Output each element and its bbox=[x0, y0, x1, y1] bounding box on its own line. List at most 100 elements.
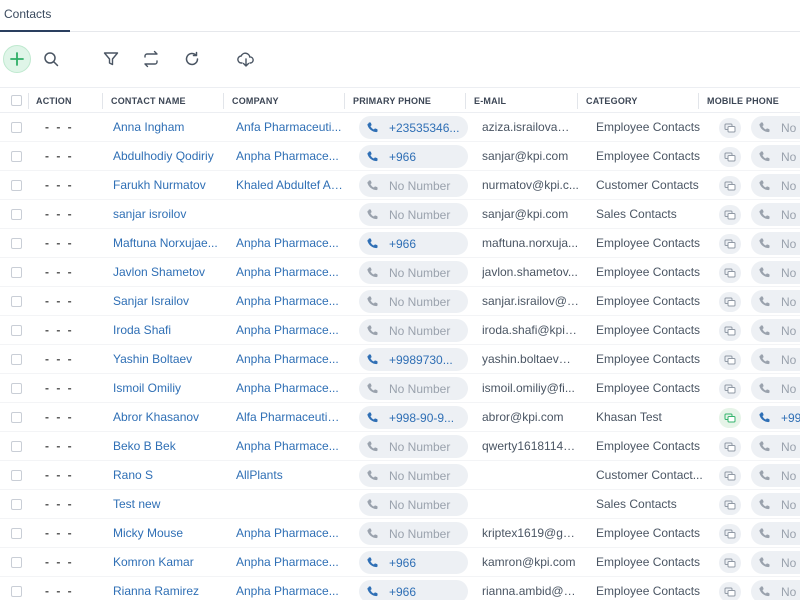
mobile-phone-pill[interactable]: No bbox=[751, 232, 800, 255]
email-value[interactable]: rianna.ambid@g... bbox=[482, 577, 580, 600]
mobile-phone-pill[interactable]: No bbox=[751, 203, 800, 226]
primary-phone-pill[interactable]: +966 bbox=[359, 551, 468, 574]
mobile-phone-pill[interactable]: No bbox=[751, 522, 800, 545]
company-link[interactable]: Anpha Pharmace... bbox=[236, 258, 343, 287]
send-sms-button[interactable] bbox=[719, 321, 741, 341]
row-checkbox[interactable] bbox=[11, 180, 22, 191]
contact-name-link[interactable]: Ismoil Omiliy bbox=[113, 374, 220, 403]
contact-name-link[interactable]: Anna Ingham bbox=[113, 113, 220, 142]
email-value[interactable]: sanjar@kpi.com bbox=[482, 142, 580, 171]
primary-phone-pill[interactable]: No Number bbox=[359, 174, 468, 197]
email-value[interactable]: nurmatov@kpi.c... bbox=[482, 171, 580, 200]
column-header-email[interactable]: E-MAIL bbox=[474, 88, 506, 114]
company-link[interactable]: Anpha Pharmace... bbox=[236, 432, 343, 461]
send-sms-button[interactable] bbox=[719, 582, 741, 600]
table-row[interactable]: - - - Abror Khasanov Alfa Pharmaceutic... +… bbox=[0, 403, 800, 432]
mobile-phone-pill[interactable]: No bbox=[751, 319, 800, 342]
primary-phone-pill[interactable]: +966 bbox=[359, 580, 468, 600]
row-action-menu[interactable]: - - - bbox=[45, 461, 85, 490]
primary-phone-pill[interactable]: No Number bbox=[359, 319, 468, 342]
row-action-menu[interactable]: - - - bbox=[45, 171, 85, 200]
email-value[interactable]: maftuna.norxuja... bbox=[482, 229, 580, 258]
table-row[interactable]: - - - Rano S AllPlants No Number Customer Co… bbox=[0, 461, 800, 490]
send-sms-button[interactable] bbox=[719, 176, 741, 196]
send-sms-button[interactable] bbox=[719, 466, 741, 486]
table-row[interactable]: - - - sanjar isroilov No Number sanjar@kpi.… bbox=[0, 200, 800, 229]
row-checkbox[interactable] bbox=[11, 238, 22, 249]
send-sms-button[interactable] bbox=[719, 495, 741, 515]
mobile-phone-pill[interactable]: No bbox=[751, 464, 800, 487]
email-value[interactable] bbox=[482, 490, 580, 519]
primary-phone-pill[interactable]: No Number bbox=[359, 493, 468, 516]
company-link[interactable]: Khaled Abdultef Al... bbox=[236, 171, 343, 200]
company-link[interactable]: Anpha Pharmace... bbox=[236, 142, 343, 171]
primary-phone-pill[interactable]: No Number bbox=[359, 435, 468, 458]
table-row[interactable]: - - - Maftuna Norxujae... Anpha Pharmace..… bbox=[0, 229, 800, 258]
email-value[interactable]: yashin.boltaev@... bbox=[482, 345, 580, 374]
contact-name-link[interactable]: Abror Khasanov bbox=[113, 403, 220, 432]
search-button[interactable] bbox=[37, 45, 65, 73]
email-value[interactable]: qwerty1618114@... bbox=[482, 432, 580, 461]
table-row[interactable]: - - - Farukh Nurmatov Khaled Abdultef Al..… bbox=[0, 171, 800, 200]
company-link[interactable]: Anpha Pharmace... bbox=[236, 229, 343, 258]
row-checkbox[interactable] bbox=[11, 586, 22, 597]
row-action-menu[interactable]: - - - bbox=[45, 316, 85, 345]
table-row[interactable]: - - - Abdulhodiy Qodiriy Anpha Pharmace...… bbox=[0, 142, 800, 171]
row-action-menu[interactable]: - - - bbox=[45, 200, 85, 229]
mobile-phone-pill[interactable]: No bbox=[751, 145, 800, 168]
row-checkbox[interactable] bbox=[11, 296, 22, 307]
mobile-phone-pill[interactable]: No bbox=[751, 174, 800, 197]
contact-name-link[interactable]: Yashin Boltaev bbox=[113, 345, 220, 374]
company-link[interactable] bbox=[236, 490, 343, 519]
company-link[interactable]: AllPlants bbox=[236, 461, 343, 490]
table-row[interactable]: - - - Rianna Ramirez Anpha Pharmace... +966… bbox=[0, 577, 800, 600]
contact-name-link[interactable]: Rano S bbox=[113, 461, 220, 490]
mobile-phone-pill[interactable]: +99 bbox=[751, 406, 800, 429]
contact-name-link[interactable]: Javlon Shametov bbox=[113, 258, 220, 287]
primary-phone-pill[interactable]: +998-90-9... bbox=[359, 406, 468, 429]
row-action-menu[interactable]: - - - bbox=[45, 229, 85, 258]
company-link[interactable]: Anfa Pharmaceuti... bbox=[236, 113, 343, 142]
send-sms-button[interactable] bbox=[719, 553, 741, 573]
row-action-menu[interactable]: - - - bbox=[45, 374, 85, 403]
column-header-primary-phone[interactable]: PRIMARY PHONE bbox=[353, 88, 431, 114]
company-link[interactable]: Anpha Pharmace... bbox=[236, 287, 343, 316]
email-value[interactable]: aziza.israilova@fi... bbox=[482, 113, 580, 142]
company-link[interactable]: Anpha Pharmace... bbox=[236, 316, 343, 345]
email-value[interactable]: sanjar@kpi.com bbox=[482, 200, 580, 229]
column-header-contact-name[interactable]: CONTACT NAME bbox=[111, 88, 186, 114]
row-action-menu[interactable]: - - - bbox=[45, 403, 85, 432]
filter-button[interactable] bbox=[97, 45, 125, 73]
send-sms-button[interactable] bbox=[719, 437, 741, 457]
select-all-checkbox[interactable] bbox=[11, 95, 22, 106]
mobile-phone-pill[interactable]: No bbox=[751, 348, 800, 371]
column-header-action[interactable]: ACTION bbox=[36, 88, 72, 114]
table-row[interactable]: - - - Javlon Shametov Anpha Pharmace... No … bbox=[0, 258, 800, 287]
contact-name-link[interactable]: sanjar isroilov bbox=[113, 200, 220, 229]
table-row[interactable]: - - - Test new No Number Sales Contacts No bbox=[0, 490, 800, 519]
row-checkbox[interactable] bbox=[11, 412, 22, 423]
table-row[interactable]: - - - Yashin Boltaev Anpha Pharmace... +998… bbox=[0, 345, 800, 374]
email-value[interactable]: ismoil.omiliy@fi... bbox=[482, 374, 580, 403]
mobile-phone-pill[interactable]: No bbox=[751, 551, 800, 574]
contact-name-link[interactable]: Komron Kamar bbox=[113, 548, 220, 577]
download-button[interactable] bbox=[232, 45, 260, 73]
contact-name-link[interactable]: Rianna Ramirez bbox=[113, 577, 220, 600]
email-value[interactable]: abror@kpi.com bbox=[482, 403, 580, 432]
table-row[interactable]: - - - Komron Kamar Anpha Pharmace... +966 ka… bbox=[0, 548, 800, 577]
row-action-menu[interactable]: - - - bbox=[45, 142, 85, 171]
company-link[interactable]: Anpha Pharmace... bbox=[236, 345, 343, 374]
table-row[interactable]: - - - Anna Ingham Anfa Pharmaceuti... +2353… bbox=[0, 113, 800, 142]
primary-phone-pill[interactable]: No Number bbox=[359, 522, 468, 545]
row-action-menu[interactable]: - - - bbox=[45, 258, 85, 287]
table-row[interactable]: - - - Micky Mouse Anpha Pharmace... No Numb… bbox=[0, 519, 800, 548]
tab-contacts[interactable]: Contacts bbox=[0, 0, 55, 32]
primary-phone-pill[interactable]: +23535346... bbox=[359, 116, 468, 139]
contact-name-link[interactable]: Farukh Nurmatov bbox=[113, 171, 220, 200]
row-action-menu[interactable]: - - - bbox=[45, 490, 85, 519]
send-sms-button[interactable] bbox=[719, 234, 741, 254]
row-checkbox[interactable] bbox=[11, 325, 22, 336]
column-header-mobile-phone[interactable]: MOBILE PHONE bbox=[707, 88, 779, 114]
company-link[interactable] bbox=[236, 200, 343, 229]
row-action-menu[interactable]: - - - bbox=[45, 519, 85, 548]
